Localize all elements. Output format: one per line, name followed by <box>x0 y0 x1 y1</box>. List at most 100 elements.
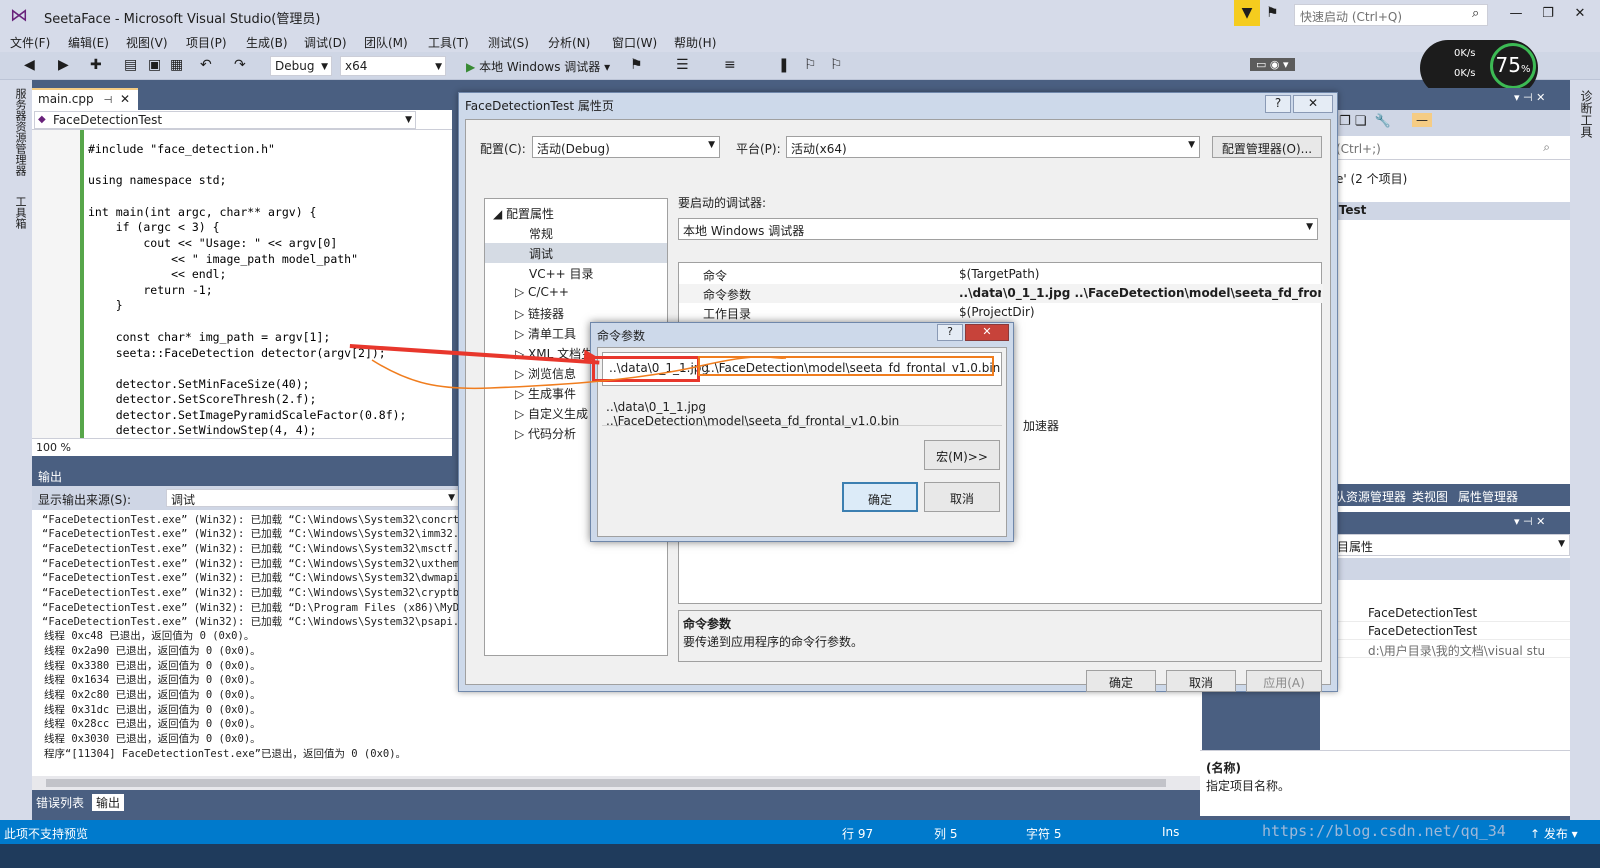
new-project-icon[interactable]: ✚ <box>90 57 102 73</box>
start-debugger-button[interactable]: ▶ 本地 Windows 调试器 ▾ <box>466 58 610 75</box>
properties-object-select[interactable]: 项目属性 ▼ <box>1320 534 1570 556</box>
toolbox-tab[interactable]: 工具箱 <box>12 196 28 229</box>
editor-zoom-bar: 100 % <box>32 438 452 456</box>
close-tab-icon[interactable]: ✕ <box>120 92 130 106</box>
scrollbar-thumb[interactable] <box>46 779 1166 787</box>
notifications-icon[interactable]: ⚑ <box>1266 5 1279 21</box>
status-line: 行 97 <box>842 827 874 841</box>
tab-error-list[interactable]: 错误列表 <box>36 794 84 811</box>
forward-icon[interactable]: ▶ <box>58 57 69 73</box>
menu-edit[interactable]: 编辑(E) <box>68 34 109 51</box>
editor-gutter <box>32 130 82 438</box>
selected-project-row[interactable]: onTest <box>1320 202 1570 220</box>
menu-window[interactable]: 窗口(W) <box>612 34 657 51</box>
zoom-level[interactable]: 100 % <box>36 441 71 454</box>
menu-build[interactable]: 生成(B) <box>246 34 288 51</box>
collapse-icon[interactable]: — <box>1412 113 1432 127</box>
apply-button[interactable]: 应用(A) <box>1246 670 1322 692</box>
comment-icon[interactable]: ≡ <box>724 57 736 73</box>
cancel-button[interactable]: 取消 <box>924 482 1000 512</box>
diagnostic-tools-tab[interactable]: 诊断工具 <box>1578 90 1595 138</box>
close-icon[interactable]: ✕ <box>1293 95 1333 113</box>
properties-toolbar <box>1320 558 1570 580</box>
quick-launch-input[interactable]: 快速启动 (Ctrl+Q) <box>1294 4 1488 26</box>
platform-select[interactable]: x64 ▼ <box>340 56 446 76</box>
minimize-icon[interactable]: — <box>1500 6 1532 21</box>
pin-icon[interactable]: ⊣ <box>103 95 112 106</box>
indent-icon[interactable]: ☰ <box>676 57 689 73</box>
tree-item-manifest[interactable]: ▷ 清单工具 <box>515 325 576 342</box>
tab-output[interactable]: 输出 <box>92 794 125 811</box>
restore-icon[interactable]: ❐ <box>1532 6 1564 21</box>
property-row[interactable]: FaceDetectionTest <box>1320 604 1570 622</box>
tree-item-general[interactable]: 常规 <box>529 225 553 242</box>
tree-item-code-analysis[interactable]: ▷ 代码分析 <box>515 425 576 442</box>
tree-item-debugging[interactable]: 调试 <box>485 243 667 263</box>
config-select[interactable]: 活动(Debug) ▼ <box>532 136 720 158</box>
output-source-select[interactable]: 调试 ▼ <box>166 489 460 507</box>
grid-row-command-args[interactable]: 命令参数 ..\data\0_1_1.jpg ..\FaceDetection\m… <box>679 284 1323 303</box>
tree-root-config-properties[interactable]: ◢ 配置属性 <box>493 205 554 222</box>
property-row[interactable]: d:\用户目录\我的文档\visual stu <box>1320 640 1570 658</box>
ok-button[interactable]: 确定 <box>842 482 918 512</box>
feedback-filter-icon[interactable]: ▼ <box>1234 0 1260 26</box>
save-icon[interactable]: ▣ <box>148 57 161 73</box>
extension-toolbar-icon[interactable]: ▭ ◉ ▾ <box>1250 58 1295 71</box>
output-horizontal-scrollbar[interactable] <box>32 776 1202 790</box>
close-icon[interactable]: ✕ <box>965 324 1009 341</box>
menu-file[interactable]: 文件(F) <box>10 34 50 51</box>
menu-project[interactable]: 项目(P) <box>186 34 227 51</box>
menu-analyze[interactable]: 分析(N) <box>548 34 590 51</box>
tab-main-cpp[interactable]: main.cpp ⊣ ✕ <box>32 88 138 110</box>
property-row[interactable]: FaceDetectionTest <box>1320 622 1570 640</box>
ok-button[interactable]: 确定 <box>1086 670 1156 692</box>
tree-item-custom-build[interactable]: ▷ 自定义生成 <box>515 405 588 422</box>
search-icon[interactable]: ⌕ <box>1472 6 1479 21</box>
output-line: “FaceDetectionTest.exe” (Win32): 已加载 “C:… <box>42 543 466 555</box>
code-line: } <box>88 298 123 312</box>
publish-button[interactable]: ↑ 发布 ▾ <box>1530 825 1578 842</box>
menu-tools[interactable]: 工具(T) <box>428 34 469 51</box>
menu-view[interactable]: 视图(V) <box>126 34 168 51</box>
output-line: 线程 0x3030 已退出，返回值为 0 (0x0)。 <box>44 733 261 745</box>
server-explorer-tab[interactable]: 服务器资源管理器 <box>12 88 28 176</box>
open-icon[interactable]: ▤ <box>124 57 137 73</box>
find-icon[interactable]: ⚑ <box>630 57 643 73</box>
tab-class-view[interactable]: 类视图 <box>1412 488 1448 505</box>
grid-row-working-dir[interactable]: 工作目录 $(ProjectDir) <box>679 303 1323 322</box>
tab-property-manager[interactable]: 属性管理器 <box>1458 488 1518 505</box>
save-all-icon[interactable]: ▦ <box>170 57 183 73</box>
window-controls: — ❐ ✕ <box>1500 6 1600 26</box>
grid-row-command[interactable]: 命令 $(TargetPath) <box>679 265 1323 284</box>
solution-config-select[interactable]: Debug ▼ <box>270 56 332 76</box>
next-bookmark-icon[interactable]: ⚐ <box>830 57 843 73</box>
scope-select[interactable]: ◆ FaceDetectionTest ▼ <box>34 111 416 129</box>
help-button[interactable]: ? <box>937 324 963 341</box>
bookmark-icon[interactable]: ❚ <box>778 57 790 73</box>
tree-item-linker[interactable]: ▷ 链接器 <box>515 305 564 322</box>
menu-help[interactable]: 帮助(H) <box>674 34 716 51</box>
back-icon[interactable]: ◀ <box>24 57 35 73</box>
undo-icon[interactable]: ↶ <box>200 57 212 73</box>
project-icon: ◆ <box>38 114 46 125</box>
macro-button[interactable]: 宏(M)>> <box>924 440 1000 470</box>
code-line: cout << "Usage: " << argv[0] <box>88 236 338 250</box>
code-line: return -1; <box>88 283 213 297</box>
help-button[interactable]: ? <box>1265 95 1291 113</box>
panel-menu-icon[interactable]: ▾ ⊣ ✕ <box>1514 515 1545 528</box>
config-manager-button[interactable]: 配置管理器(O)... <box>1212 136 1322 158</box>
cancel-button[interactable]: 取消 <box>1166 670 1236 692</box>
panel-menu-icon[interactable]: ▾ ⊣ ✕ <box>1514 91 1545 104</box>
menu-test[interactable]: 测试(S) <box>488 34 529 51</box>
tree-item-cpp[interactable]: ▷ C/C++ <box>515 285 569 299</box>
menu-team[interactable]: 团队(M) <box>364 34 408 51</box>
close-icon[interactable]: ✕ <box>1564 6 1596 21</box>
debugger-select[interactable]: 本地 Windows 调试器 ▼ <box>678 218 1318 240</box>
prev-bookmark-icon[interactable]: ⚐ <box>804 57 817 73</box>
redo-icon[interactable]: ↷ <box>234 57 246 73</box>
platform-select[interactable]: 活动(x64) ▼ <box>786 136 1200 158</box>
solution-search-input[interactable]: 器(Ctrl+;) ⌕ <box>1320 136 1570 160</box>
output-line: 程序“[11304] FaceDetectionTest.exe”已退出，返回值… <box>44 748 407 760</box>
menu-debug[interactable]: 调试(D) <box>304 34 347 51</box>
tree-item-vc-directories[interactable]: VC++ 目录 <box>529 265 594 282</box>
